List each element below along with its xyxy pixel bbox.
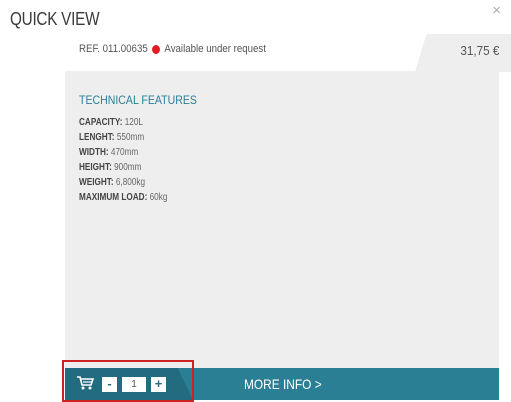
availability-dot-icon (152, 44, 161, 54)
product-price: 31,75 € (459, 43, 499, 58)
close-icon[interactable]: × (492, 3, 501, 18)
product-ref: REF. 011.00635 (79, 43, 148, 55)
feature-width: WIDTH: 470mm (79, 147, 139, 158)
cart-highlight-box (62, 360, 194, 402)
feature-max-load: MAXIMUM LOAD: 60kg (79, 192, 168, 203)
feature-length: LENGHT: 550mm (79, 132, 145, 143)
feature-capacity: CAPACITY: 120L (79, 117, 143, 128)
page-title: QUICK VIEW (10, 9, 100, 29)
features-title: TECHNICAL FEATURES (79, 93, 197, 107)
availability-status: Available under request (164, 43, 266, 55)
ref-row: REF. 011.00635 Available under request (79, 43, 266, 55)
technical-features: TECHNICAL FEATURES CAPACITY: 120L LENGHT… (79, 93, 213, 205)
feature-weight: WEIGHT: 6,800kg (79, 177, 146, 188)
more-info-link[interactable]: MORE INFO > (244, 376, 322, 392)
feature-height: HEIGHT: 900mm (79, 162, 142, 173)
